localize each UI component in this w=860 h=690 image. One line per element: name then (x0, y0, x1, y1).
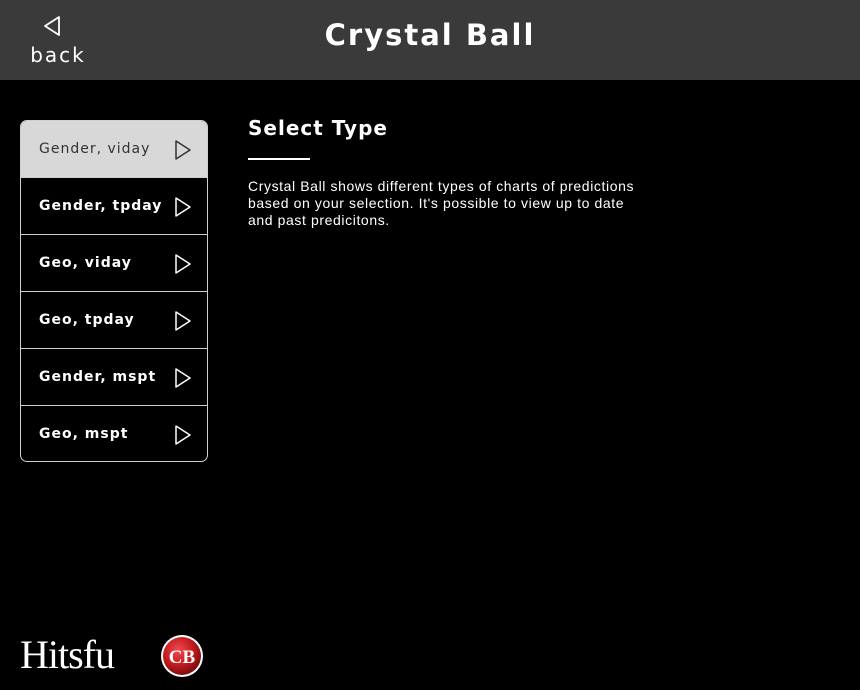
type-item-gender-viday[interactable]: Gender, viday (21, 121, 207, 178)
chevron-right-icon (175, 311, 191, 331)
brand-logo: Hitsfu (20, 632, 115, 677)
type-item-geo-tpday[interactable]: Geo, tpday (21, 292, 207, 349)
app-header: back Crystal Ball (0, 0, 860, 80)
app-title: Crystal Ball (324, 18, 536, 52)
type-item-label: Gender, tpday (39, 198, 163, 214)
type-item-label: Gender, mspt (39, 369, 157, 385)
chevron-right-icon (175, 140, 191, 160)
chevron-right-icon (175, 254, 191, 274)
type-item-label: Geo, viday (39, 255, 132, 271)
type-item-gender-mspt[interactable]: Gender, mspt (21, 349, 207, 406)
crystal-ball-badge-icon: CB (161, 635, 203, 677)
section-description: Crystal Ball shows different types of ch… (248, 178, 635, 228)
badge-text: CB (169, 647, 196, 668)
section-title: Select Type (248, 116, 388, 140)
chevron-right-icon (175, 368, 191, 388)
type-item-label: Geo, mspt (39, 426, 129, 442)
title-underline (248, 158, 310, 160)
type-list: Gender, viday Gender, tpday Geo, viday G… (20, 120, 208, 462)
type-item-geo-mspt[interactable]: Geo, mspt (21, 406, 207, 461)
type-item-label: Geo, tpday (39, 312, 135, 328)
chevron-right-icon (175, 197, 191, 217)
type-item-label: Gender, viday (39, 141, 151, 157)
chevron-right-icon (175, 425, 191, 445)
type-item-gender-tpday[interactable]: Gender, tpday (21, 178, 207, 235)
type-item-geo-viday[interactable]: Geo, viday (21, 235, 207, 292)
